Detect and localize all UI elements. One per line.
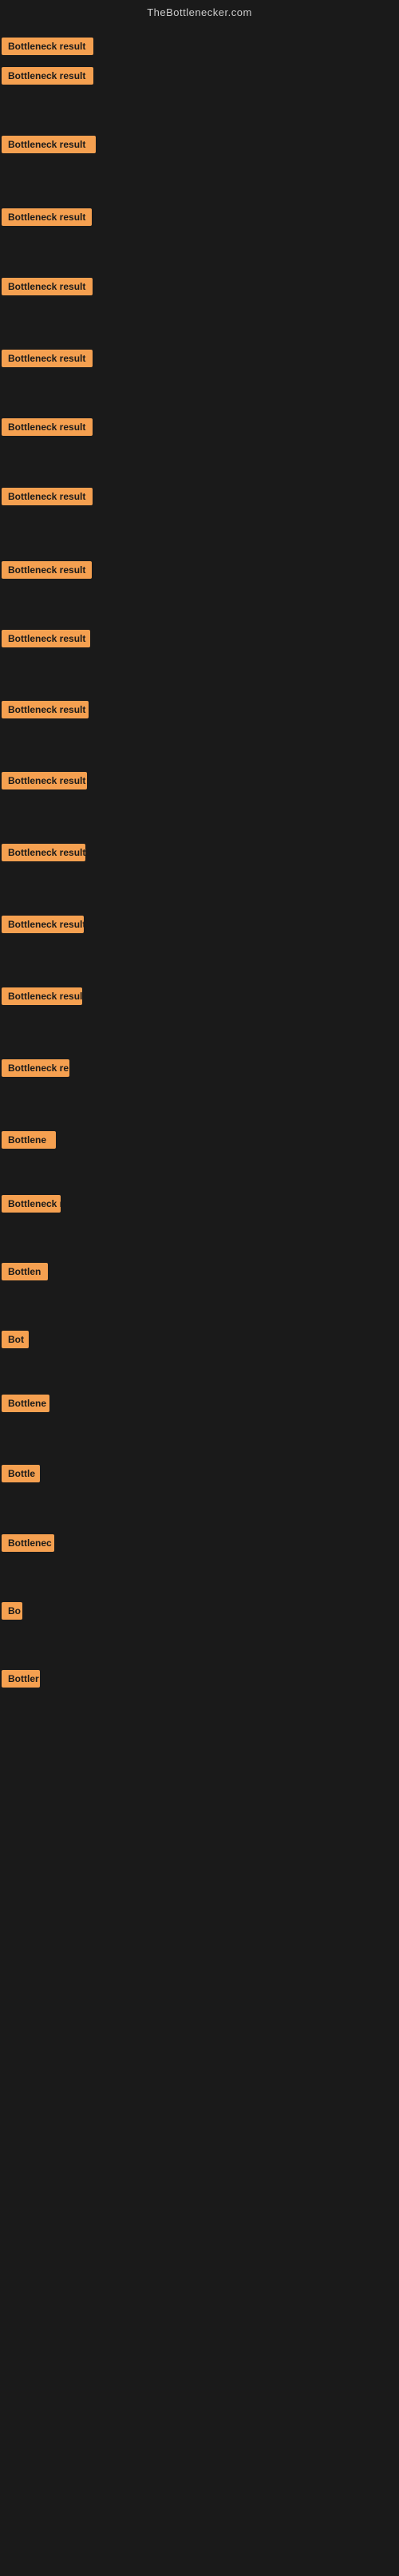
bottleneck-label[interactable]: Bo xyxy=(2,1602,22,1620)
bottleneck-label[interactable]: Bottler xyxy=(2,1670,40,1688)
bottleneck-result-row: Bottleneck result xyxy=(2,916,84,937)
bottleneck-label[interactable]: Bottlene xyxy=(2,1131,56,1149)
page-wrapper: TheBottlenecker.com Bottleneck resultBot… xyxy=(0,0,399,2576)
bottleneck-label[interactable]: Bottleneck result xyxy=(2,208,92,226)
bottleneck-result-row: Bo xyxy=(2,1602,22,1624)
site-header: TheBottlenecker.com xyxy=(0,0,399,22)
bottleneck-result-row: Bottleneck result xyxy=(2,561,92,583)
bottleneck-result-row: Bottlenec xyxy=(2,1534,54,1556)
bottleneck-label[interactable]: Bottlen xyxy=(2,1263,48,1280)
bottleneck-result-row: Bottleneck result xyxy=(2,38,93,59)
bottleneck-result-row: Bottleneck result xyxy=(2,208,92,230)
results-container: Bottleneck result Bottleneck result Bottle… xyxy=(0,22,399,2576)
bottleneck-label[interactable]: Bottleneck result xyxy=(2,488,93,505)
site-title: TheBottlenecker.com xyxy=(147,6,252,18)
bottleneck-result-row: Bottleneck result xyxy=(2,772,87,793)
bottleneck-label[interactable]: Bottlene xyxy=(2,1395,49,1412)
bottleneck-label[interactable]: Bottleneck result xyxy=(2,136,96,153)
bottleneck-result-row: Bot xyxy=(2,1331,29,1352)
bottleneck-label[interactable]: Bottleneck result xyxy=(2,772,87,789)
bottleneck-label[interactable]: Bottleneck result xyxy=(2,418,93,436)
bottleneck-label[interactable]: Bottleneck r xyxy=(2,1195,61,1213)
bottleneck-label[interactable]: Bottleneck result xyxy=(2,278,93,295)
bottleneck-result-row: Bottleneck result xyxy=(2,630,90,651)
bottleneck-label[interactable]: Bot xyxy=(2,1331,29,1348)
bottleneck-label[interactable]: Bottleneck re xyxy=(2,1059,69,1077)
bottleneck-result-row: Bottleneck result xyxy=(2,987,82,1009)
bottleneck-result-row: Bottler xyxy=(2,1670,40,1692)
bottleneck-label[interactable]: Bottleneck result xyxy=(2,67,93,85)
bottleneck-result-row: Bottle xyxy=(2,1465,40,1486)
bottleneck-result-row: Bottleneck result xyxy=(2,701,89,722)
bottleneck-result-row: Bottleneck result xyxy=(2,418,93,440)
bottleneck-result-row: Bottlene xyxy=(2,1395,49,1416)
bottleneck-label[interactable]: Bottleneck result xyxy=(2,561,92,579)
bottleneck-result-row: Bottleneck r xyxy=(2,1195,61,1217)
bottleneck-label[interactable]: Bottlenec xyxy=(2,1534,54,1552)
bottleneck-result-row: Bottlen xyxy=(2,1263,48,1284)
bottleneck-result-row: Bottleneck result xyxy=(2,488,93,509)
bottleneck-label[interactable]: Bottleneck result xyxy=(2,630,90,647)
bottleneck-result-row: Bottleneck result xyxy=(2,278,93,299)
bottleneck-label[interactable]: Bottleneck result xyxy=(2,916,84,933)
bottleneck-result-row: Bottlene xyxy=(2,1131,56,1153)
bottleneck-label[interactable]: Bottleneck result xyxy=(2,844,85,861)
bottleneck-label[interactable]: Bottleneck result xyxy=(2,38,93,55)
bottleneck-result-row: Bottleneck re xyxy=(2,1059,69,1081)
bottleneck-label[interactable]: Bottleneck result xyxy=(2,350,93,367)
bottleneck-result-row: Bottleneck result xyxy=(2,844,85,865)
bottleneck-label[interactable]: Bottleneck result xyxy=(2,987,82,1005)
bottleneck-label[interactable]: Bottleneck result xyxy=(2,701,89,718)
bottleneck-label[interactable]: Bottle xyxy=(2,1465,40,1482)
bottleneck-result-row: Bottleneck result xyxy=(2,350,93,371)
bottleneck-result-row: Bottleneck result xyxy=(2,67,93,89)
bottleneck-result-row: Bottleneck result xyxy=(2,136,96,157)
